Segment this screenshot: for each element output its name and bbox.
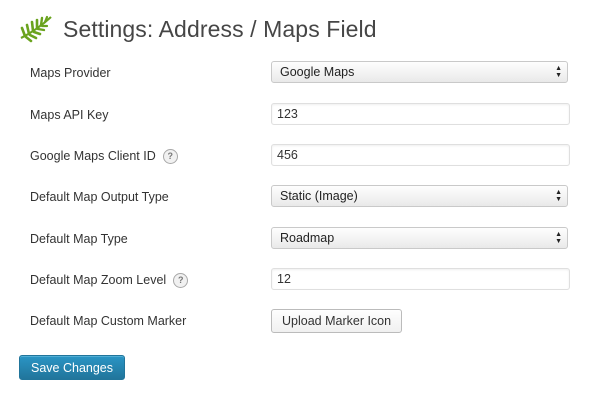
field-row-zoom-level: Default Map Zoom Level ?: [0, 268, 606, 292]
zoom-level-label: Default Map Zoom Level ?: [30, 268, 189, 292]
field-row-api-key: Maps API Key: [0, 103, 606, 127]
map-type-label: Default Map Type: [30, 232, 128, 246]
select-arrows-icon: ▲ ▼: [555, 65, 562, 79]
field-row-custom-marker: Default Map Custom Marker Upload Marker …: [0, 309, 606, 333]
output-type-label: Default Map Output Type: [30, 190, 169, 204]
field-row-client-id: Google Maps Client ID ?: [0, 144, 606, 168]
zoom-level-label-text: Default Map Zoom Level: [30, 273, 167, 287]
client-id-label: Google Maps Client ID ?: [30, 144, 178, 168]
maps-provider-selected-value: Google Maps: [280, 65, 355, 79]
save-changes-button[interactable]: Save Changes: [19, 355, 126, 380]
select-arrows-icon: ▲ ▼: [555, 189, 562, 203]
maps-provider-label: Maps Provider: [30, 66, 111, 80]
client-id-label-text: Google Maps Client ID: [30, 149, 156, 163]
field-row-output-type: Default Map Output Type Static (Image) ▲…: [0, 185, 606, 209]
page-title: Settings: Address / Maps Field: [63, 15, 377, 42]
api-key-label: Maps API Key: [30, 108, 109, 122]
output-type-select[interactable]: Static (Image) ▲ ▼: [271, 185, 568, 207]
api-key-input[interactable]: [271, 103, 570, 125]
page-header: Settings: Address / Maps Field: [19, 10, 377, 48]
output-type-selected-value: Static (Image): [280, 189, 358, 203]
fern-leaf-icon: [20, 15, 52, 43]
client-id-input[interactable]: [271, 144, 570, 166]
map-type-select[interactable]: Roadmap ▲ ▼: [271, 227, 568, 249]
field-row-maps-provider: Maps Provider Google Maps ▲ ▼: [0, 61, 606, 85]
upload-marker-icon-button[interactable]: Upload Marker Icon: [271, 309, 403, 333]
help-icon[interactable]: ?: [173, 272, 189, 288]
custom-marker-label: Default Map Custom Marker: [30, 314, 187, 328]
field-row-map-type: Default Map Type Roadmap ▲ ▼: [0, 227, 606, 251]
map-type-selected-value: Roadmap: [280, 231, 335, 245]
help-icon[interactable]: ?: [162, 148, 178, 164]
maps-provider-select[interactable]: Google Maps ▲ ▼: [271, 61, 568, 83]
select-arrows-icon: ▲ ▼: [555, 231, 562, 245]
zoom-level-input[interactable]: [271, 268, 570, 290]
